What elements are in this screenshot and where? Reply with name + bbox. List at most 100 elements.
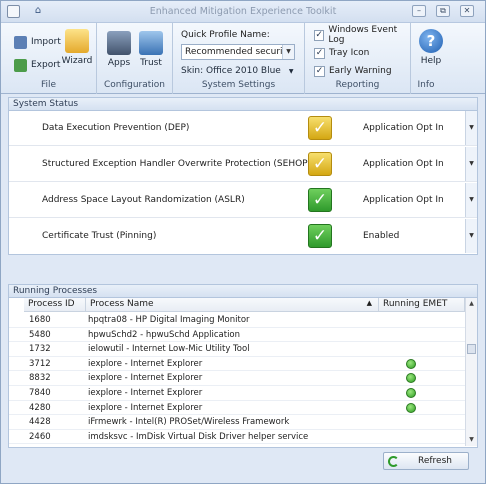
tray-icon-checkbox[interactable]: ✓ Tray Icon — [314, 46, 369, 60]
help-label: Help — [420, 56, 442, 66]
export-label: Export — [31, 60, 61, 70]
status-label: Address Space Layout Randomization (ASLR… — [42, 195, 245, 205]
process-id: 3712 — [29, 358, 51, 369]
tray-icon-label: Tray Icon — [329, 48, 370, 58]
refresh-button[interactable]: Refresh — [383, 452, 469, 470]
close-button[interactable]: ✕ — [460, 5, 474, 17]
emet-running-icon — [406, 402, 416, 413]
wizard-button[interactable]: Wizard — [60, 29, 94, 66]
help-button[interactable]: ? Help — [414, 29, 448, 66]
status-label: Data Execution Prevention (DEP) — [42, 123, 190, 133]
chevron-down-icon[interactable]: ▼ — [465, 111, 477, 145]
apps-label: Apps — [107, 58, 131, 68]
column-header-name[interactable]: Process Name ▲ — [86, 298, 379, 312]
import-icon — [14, 35, 27, 49]
group-label-system-settings: System Settings — [201, 80, 276, 90]
table-row[interactable]: 2460 imdsksvc - ImDisk Virtual Disk Drive… — [9, 430, 465, 445]
table-row[interactable]: 8832 iexplore - Internet Explorer — [9, 371, 465, 386]
status-row-aslr: Address Space Layout Randomization (ASLR… — [9, 183, 477, 218]
process-id: 4428 — [29, 417, 51, 428]
scroll-thumb[interactable] — [467, 344, 476, 354]
event-log-check-icon: ✓ — [314, 29, 325, 41]
chevron-down-icon[interactable]: ▼ — [282, 45, 294, 59]
import-label: Import — [31, 37, 61, 47]
system-status-panel: Data Execution Prevention (DEP) ✓ Applic… — [8, 111, 478, 255]
refresh-label: Refresh — [418, 456, 452, 466]
status-value: Application Opt In — [363, 123, 444, 133]
apps-icon — [107, 31, 131, 55]
status-value: Enabled — [363, 231, 400, 241]
chevron-down-icon[interactable]: ▼ — [465, 183, 477, 217]
process-name: ielowutil - Internet Low-Mic Utility Too… — [88, 344, 250, 355]
sort-ascending-icon: ▲ — [366, 299, 372, 307]
ribbon: Import Export Wizard File Apps Trust Con… — [1, 23, 485, 94]
process-list-scrollbar[interactable]: ▲ ▼ — [465, 298, 477, 446]
chevron-down-icon[interactable]: ▼ — [465, 147, 477, 181]
emet-running-icon — [406, 373, 416, 384]
scroll-down-icon[interactable]: ▼ — [466, 434, 477, 446]
trust-label: Trust — [140, 58, 162, 68]
process-id: 1732 — [29, 344, 51, 355]
group-label-info: Info — [417, 80, 435, 90]
skin-label: Skin: Office 2010 Blue — [181, 66, 281, 76]
process-name: iexplore - Internet Explorer — [88, 388, 203, 398]
minimize-button[interactable]: – — [412, 5, 426, 17]
quick-profile-value: Recommended security ... — [185, 47, 295, 57]
process-name: iFrmewrk - Intel(R) PROSet/Wireless Fram… — [88, 417, 290, 428]
process-id: 2460 — [29, 431, 51, 442]
process-name: iexplore - Internet Explorer — [88, 402, 203, 413]
process-id: 5480 — [29, 329, 51, 340]
group-label-reporting: Reporting — [335, 80, 380, 90]
early-warning-check-icon: ✓ — [314, 65, 325, 77]
process-name: hpwuSchd2 - hpwuSchd Application — [88, 329, 241, 340]
early-warning-label: Early Warning — [329, 66, 392, 76]
title-bar: ⌂ Enhanced Mitigation Experience Toolkit… — [1, 1, 485, 23]
wizard-icon — [65, 29, 89, 53]
process-name: imdsksvc - ImDisk Virtual Disk Driver he… — [88, 431, 309, 442]
scroll-up-icon[interactable]: ▲ — [466, 298, 477, 310]
status-check-icon: ✓ — [308, 152, 332, 176]
apps-button[interactable]: Apps — [102, 31, 136, 68]
table-row[interactable]: 5480 hpwuSchd2 - hpwuSchd Application — [9, 328, 465, 343]
column-header-pid[interactable]: Process ID — [24, 298, 86, 312]
quick-profile-label: Quick Profile Name: — [181, 30, 270, 40]
table-row[interactable]: 7840 iexplore - Internet Explorer — [9, 386, 465, 401]
group-label-configuration: Configuration — [103, 80, 166, 90]
running-processes-header: Running Processes — [8, 284, 478, 298]
status-label: Certificate Trust (Pinning) — [42, 231, 157, 241]
early-warning-checkbox[interactable]: ✓ Early Warning — [314, 64, 392, 78]
system-status-header: System Status — [8, 97, 478, 111]
process-name: iexplore - Internet Explorer — [88, 358, 203, 369]
table-row[interactable]: 4280 iexplore - Internet Explorer — [9, 401, 465, 416]
table-row[interactable]: 4428 iFrmewrk - Intel(R) PROSet/Wireless … — [9, 415, 465, 430]
status-label: Structured Exception Handler Overwrite P… — [42, 159, 312, 169]
table-row[interactable]: 1680 hpqtra08 - HP Digital Imaging Monito… — [9, 313, 465, 328]
process-name: hpqtra08 - HP Digital Imaging Monitor — [88, 315, 250, 325]
chevron-down-icon[interactable]: ▼ — [465, 219, 477, 253]
table-row[interactable]: 3712 iexplore - Internet Explorer — [9, 357, 465, 372]
import-button[interactable]: Import — [14, 33, 61, 51]
trust-button[interactable]: Trust — [134, 31, 168, 68]
export-button[interactable]: Export — [14, 56, 60, 74]
status-row-sehop: Structured Exception Handler Overwrite P… — [9, 147, 477, 182]
group-reporting: ✓ Windows Event Log ✓ Tray Icon ✓ Early … — [305, 23, 411, 94]
status-value: Application Opt In — [363, 159, 444, 169]
emet-running-icon — [406, 358, 416, 369]
column-header-emet[interactable]: Running EMET — [379, 298, 465, 312]
table-row[interactable]: 1732 ielowutil - Internet Low-Mic Utility… — [9, 342, 465, 357]
skin-selector[interactable]: Skin: Office 2010 Blue ▼ — [181, 62, 293, 80]
process-id: 4280 — [29, 402, 51, 413]
group-system-settings: Quick Profile Name: Recommended security… — [173, 23, 305, 94]
app-window: ⌂ Enhanced Mitigation Experience Toolkit… — [0, 0, 486, 484]
status-row-dep: Data Execution Prevention (DEP) ✓ Applic… — [9, 111, 477, 146]
export-icon — [14, 58, 27, 72]
trust-icon — [139, 31, 163, 55]
process-id: 7840 — [29, 388, 51, 398]
quick-profile-combo[interactable]: Recommended security ... ▼ — [181, 44, 295, 60]
status-check-icon: ✓ — [308, 188, 332, 212]
group-file: Import Export Wizard File — [1, 23, 97, 94]
status-row-pinning: Certificate Trust (Pinning) ✓ Enabled ▼ — [9, 219, 477, 254]
restore-button[interactable]: ⧉ — [436, 5, 450, 17]
group-configuration: Apps Trust Configuration — [97, 23, 173, 94]
event-log-checkbox[interactable]: ✓ Windows Event Log — [314, 25, 410, 45]
